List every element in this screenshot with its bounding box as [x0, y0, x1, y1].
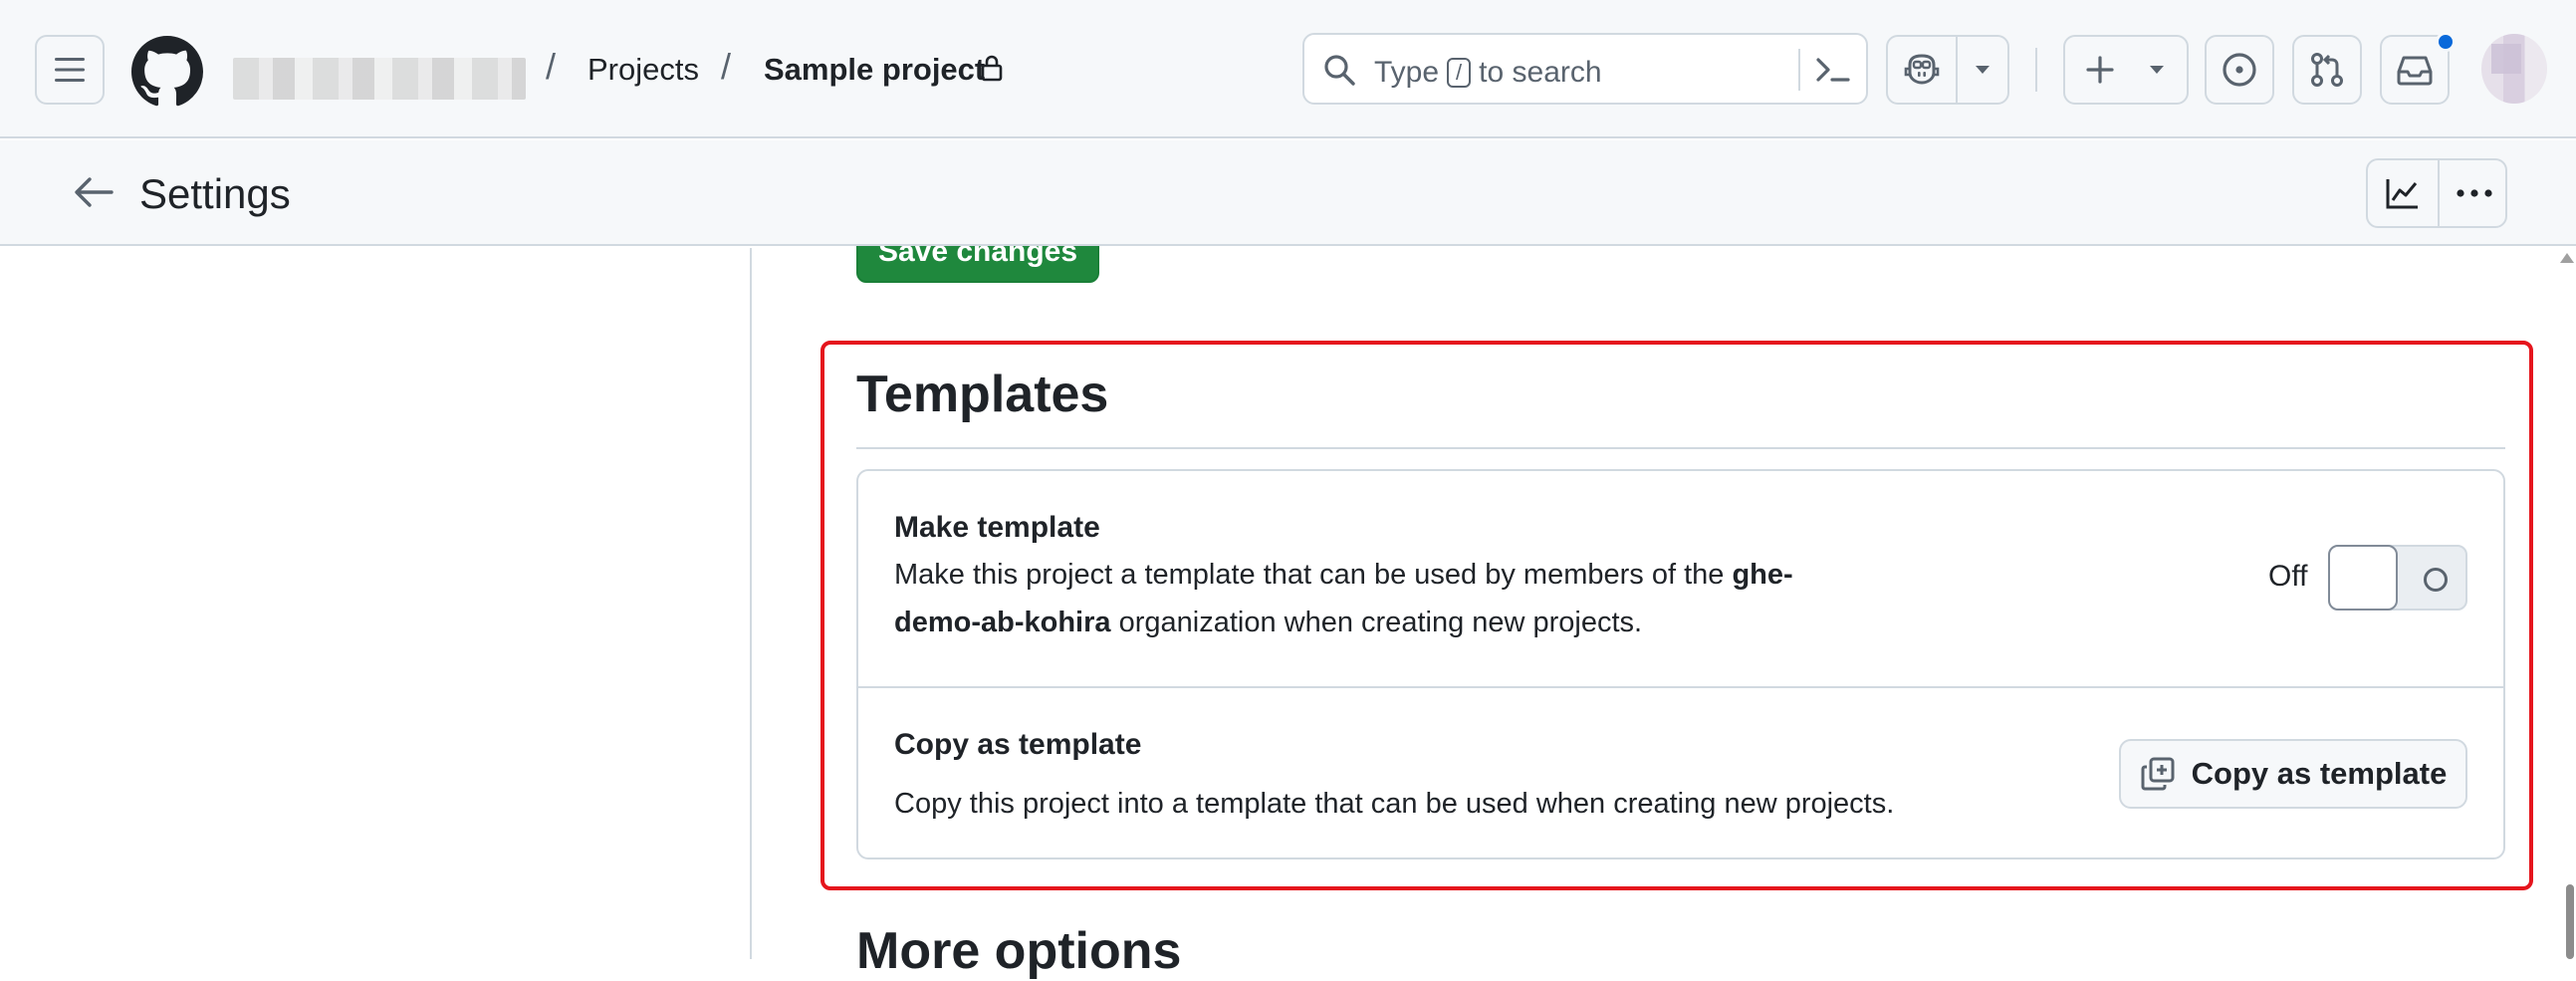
- copy-icon: [2141, 757, 2175, 791]
- notification-indicator: [2436, 32, 2456, 52]
- page-title: Settings: [139, 170, 291, 217]
- copilot-button[interactable]: [1888, 37, 1956, 103]
- project-actions: [2366, 158, 2507, 228]
- more-options-heading: More options: [856, 922, 1182, 980]
- org-name-part1: ghe-: [1732, 559, 1793, 591]
- issues-button[interactable]: [2205, 35, 2274, 105]
- more-actions-button[interactable]: [2440, 160, 2509, 226]
- copilot-button-group[interactable]: [1886, 35, 2009, 105]
- search-divider: [1798, 49, 1800, 91]
- kebab-icon: [2457, 189, 2492, 197]
- toggle-off-icon: [2424, 568, 2448, 592]
- copilot-icon: [1904, 54, 1940, 85]
- copy-as-template-label: Copy as template: [2191, 756, 2448, 791]
- breadcrumb-separator: /: [721, 46, 732, 87]
- copilot-menu-button[interactable]: [1958, 37, 2007, 103]
- search-placeholder-type: Type: [1374, 56, 1440, 89]
- copy-template-title: Copy as template: [894, 728, 1142, 761]
- lock-icon: [981, 55, 1003, 82]
- command-palette-icon[interactable]: [1814, 53, 1852, 87]
- create-new-button[interactable]: [2063, 35, 2189, 105]
- scroll-up-arrow[interactable]: [2560, 253, 2574, 263]
- org-name-part2: demo-ab-kohira: [894, 607, 1111, 638]
- issues-icon: [2223, 53, 2256, 87]
- breadcrumb-project-name[interactable]: Sample project: [764, 52, 985, 88]
- owner-name-redacted[interactable]: [233, 58, 526, 100]
- breadcrumb-separator: /: [546, 46, 557, 87]
- github-logo-icon[interactable]: [131, 36, 203, 108]
- insights-graph-icon: [2386, 179, 2418, 209]
- open-global-navigation-button[interactable]: [35, 35, 105, 105]
- make-template-desc-before: Make this project a template that can be…: [894, 559, 1733, 591]
- scrollbar-thumb[interactable]: [2566, 884, 2574, 959]
- copy-as-template-button[interactable]: Copy as template: [2119, 739, 2467, 809]
- sidebar-divider: [750, 248, 752, 959]
- scrollbar[interactable]: [2565, 248, 2576, 959]
- make-template-title: Make template: [894, 511, 1100, 544]
- pull-requests-icon: [2311, 53, 2343, 87]
- search-icon: [1324, 55, 1355, 86]
- hamburger-icon: [55, 58, 85, 82]
- arrow-left-icon[interactable]: [72, 174, 116, 210]
- templates-heading-rule: [856, 447, 2505, 449]
- insights-button[interactable]: [2368, 160, 2438, 226]
- pull-requests-button[interactable]: [2292, 35, 2362, 105]
- search-shortcut-key: /: [1447, 58, 1472, 88]
- create-chevron-wrapper: [2127, 37, 2187, 103]
- search-input[interactable]: Type / to search: [1302, 33, 1868, 105]
- global-header: / Projects / Sample project Type / to se…: [0, 0, 2576, 138]
- breadcrumb-projects-link[interactable]: Projects: [587, 52, 699, 88]
- toggle-knob: [2328, 545, 2398, 611]
- row-divider: [858, 686, 2503, 688]
- inbox-icon: [2397, 56, 2433, 86]
- make-template-description: Make this project a template that can be…: [894, 551, 1890, 646]
- plus-wrapper: [2065, 37, 2135, 103]
- copy-template-description: Copy this project into a template that c…: [894, 788, 1895, 820]
- plus-icon: [2086, 56, 2114, 84]
- make-template-toggle[interactable]: [2328, 545, 2467, 611]
- make-template-desc-after: organization when creating new projects.: [1110, 607, 1643, 638]
- chevron-down-icon: [2150, 66, 2164, 74]
- chevron-down-icon: [1976, 66, 1990, 74]
- templates-heading: Templates: [856, 366, 1109, 423]
- avatar[interactable]: [2481, 34, 2547, 104]
- settings-header: Settings: [0, 140, 2576, 246]
- toggle-state-label: Off: [2268, 560, 2308, 593]
- search-placeholder-rest: to search: [1479, 56, 1602, 89]
- header-divider: [2035, 48, 2037, 92]
